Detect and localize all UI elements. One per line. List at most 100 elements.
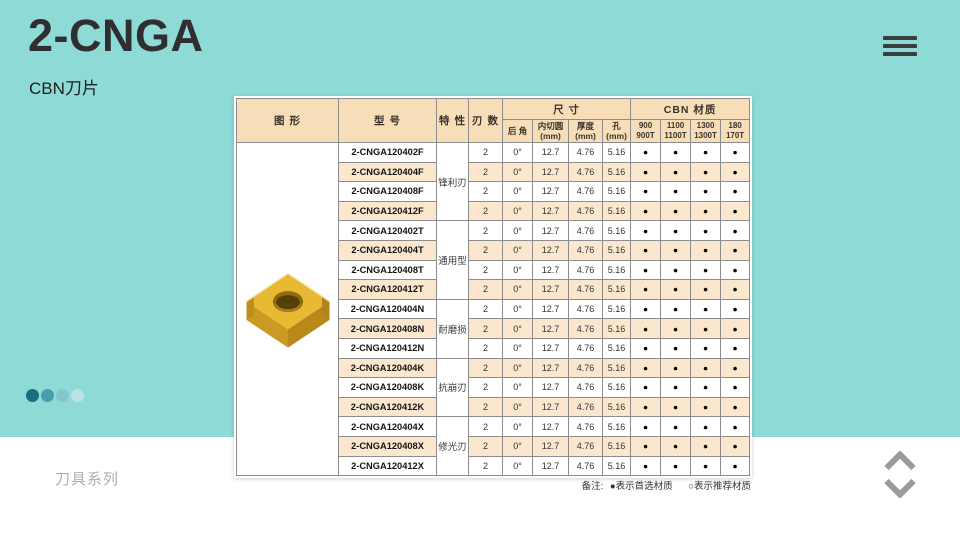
material-mark: ● xyxy=(631,162,661,182)
material-mark: ● xyxy=(691,201,721,221)
material-mark: ● xyxy=(661,358,691,378)
feature-cell: 修光刃 xyxy=(437,417,469,476)
inscribed-circle-cell: 12.7 xyxy=(533,143,569,163)
hole-cell: 5.16 xyxy=(603,456,631,476)
edges-cell: 2 xyxy=(469,260,503,280)
material-mark: ● xyxy=(661,240,691,260)
spec-table: 图 形 型 号 特 性 刃 数 尺 寸 CBN 材质 后 角 内切圆 (mm) … xyxy=(236,98,750,476)
material-mark: ● xyxy=(631,417,661,437)
rear-angle-cell: 0° xyxy=(503,240,533,260)
model-cell: 2-CNGA120408X xyxy=(339,436,437,456)
page-up-button[interactable] xyxy=(883,451,917,471)
hole-cell: 5.16 xyxy=(603,417,631,437)
material-mark: ● xyxy=(661,456,691,476)
col-header-rear-angle: 后 角 xyxy=(503,120,533,143)
page-down-button[interactable] xyxy=(883,478,917,498)
inscribed-circle-cell: 12.7 xyxy=(533,358,569,378)
material-mark: ● xyxy=(721,319,750,339)
material-mark: ● xyxy=(661,201,691,221)
material-mark: ● xyxy=(661,280,691,300)
rear-angle-cell: 0° xyxy=(503,456,533,476)
edges-cell: 2 xyxy=(469,143,503,163)
insert-figure-cell xyxy=(237,143,339,476)
material-mark: ● xyxy=(631,299,661,319)
material-mark: ● xyxy=(661,397,691,417)
material-mark: ● xyxy=(721,143,750,163)
material-mark: ● xyxy=(661,417,691,437)
insert-hole-interior xyxy=(276,295,300,309)
page-dot[interactable] xyxy=(41,389,54,402)
col-header-cbn-material: CBN 材质 xyxy=(631,99,750,120)
material-mark: ● xyxy=(661,338,691,358)
edges-cell: 2 xyxy=(469,182,503,202)
pagination-dots xyxy=(26,389,84,402)
col-header-figure: 图 形 xyxy=(237,99,339,143)
menu-button[interactable] xyxy=(883,36,917,56)
material-mark: ● xyxy=(721,397,750,417)
inscribed-circle-cell: 12.7 xyxy=(533,221,569,241)
rear-angle-cell: 0° xyxy=(503,417,533,437)
material-mark: ● xyxy=(691,397,721,417)
footnote-recommended: ○表示推荐材质 xyxy=(688,481,751,492)
material-mark: ● xyxy=(661,319,691,339)
footnote-label: 备注: xyxy=(582,481,604,492)
material-mark: ● xyxy=(631,338,661,358)
page-dot[interactable] xyxy=(56,389,69,402)
hole-cell: 5.16 xyxy=(603,397,631,417)
material-mark: ● xyxy=(721,456,750,476)
material-mark: ● xyxy=(691,182,721,202)
hole-cell: 5.16 xyxy=(603,319,631,339)
hole-cell: 5.16 xyxy=(603,201,631,221)
inscribed-circle-cell: 12.7 xyxy=(533,338,569,358)
thickness-cell: 4.76 xyxy=(569,397,603,417)
material-mark: ● xyxy=(661,162,691,182)
model-cell: 2-CNGA120402F xyxy=(339,143,437,163)
material-mark: ● xyxy=(661,182,691,202)
thickness-cell: 4.76 xyxy=(569,338,603,358)
rear-angle-cell: 0° xyxy=(503,280,533,300)
thickness-cell: 4.76 xyxy=(569,143,603,163)
col-header-material-180: 180 170T xyxy=(721,120,750,143)
edges-cell: 2 xyxy=(469,299,503,319)
rear-angle-cell: 0° xyxy=(503,436,533,456)
series-label: 刀具系列 xyxy=(55,468,119,489)
hole-cell: 5.16 xyxy=(603,436,631,456)
hole-cell: 5.16 xyxy=(603,338,631,358)
hole-cell: 5.16 xyxy=(603,280,631,300)
thickness-cell: 4.76 xyxy=(569,358,603,378)
inscribed-circle-cell: 12.7 xyxy=(533,162,569,182)
material-mark: ● xyxy=(661,143,691,163)
spec-table-panel: 图 形 型 号 特 性 刃 数 尺 寸 CBN 材质 后 角 内切圆 (mm) … xyxy=(234,96,752,478)
material-mark: ● xyxy=(631,319,661,339)
table-footnote: 备注: ●表示首选材质 ○表示推荐材质 xyxy=(234,478,751,492)
model-cell: 2-CNGA120404X xyxy=(339,417,437,437)
rear-angle-cell: 0° xyxy=(503,299,533,319)
page-dot[interactable] xyxy=(71,389,84,402)
rear-angle-cell: 0° xyxy=(503,358,533,378)
hamburger-icon xyxy=(883,36,917,40)
material-mark: ● xyxy=(661,436,691,456)
rear-angle-cell: 0° xyxy=(503,338,533,358)
material-mark: ● xyxy=(691,358,721,378)
hamburger-icon xyxy=(883,44,917,48)
col-header-model: 型 号 xyxy=(339,99,437,143)
edges-cell: 2 xyxy=(469,378,503,398)
edges-cell: 2 xyxy=(469,221,503,241)
model-cell: 2-CNGA120412T xyxy=(339,280,437,300)
hole-cell: 5.16 xyxy=(603,162,631,182)
material-mark: ● xyxy=(631,260,661,280)
inscribed-circle-cell: 12.7 xyxy=(533,417,569,437)
material-mark: ● xyxy=(631,378,661,398)
model-cell: 2-CNGA120404N xyxy=(339,299,437,319)
model-cell: 2-CNGA120408K xyxy=(339,378,437,398)
thickness-cell: 4.76 xyxy=(569,456,603,476)
hole-cell: 5.16 xyxy=(603,221,631,241)
rear-angle-cell: 0° xyxy=(503,201,533,221)
material-mark: ● xyxy=(661,299,691,319)
hamburger-icon xyxy=(883,52,917,56)
edges-cell: 2 xyxy=(469,319,503,339)
model-cell: 2-CNGA120412N xyxy=(339,338,437,358)
page-dot[interactable] xyxy=(26,389,39,402)
thickness-cell: 4.76 xyxy=(569,260,603,280)
material-mark: ● xyxy=(691,260,721,280)
